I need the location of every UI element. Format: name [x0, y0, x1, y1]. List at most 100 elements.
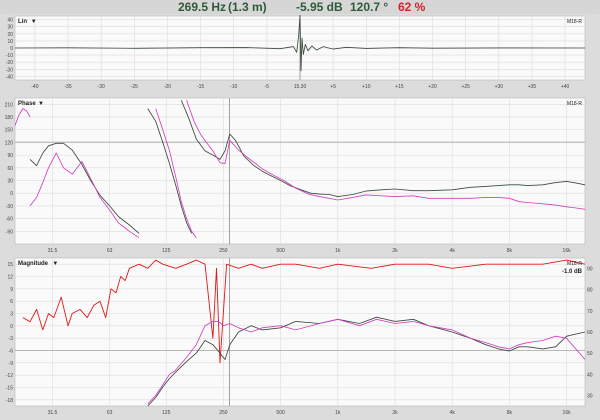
y-tick-label: 180: [5, 115, 14, 121]
y2-tick-label: 50: [587, 351, 593, 357]
x-tick-label: +5: [330, 84, 336, 90]
x-tick-label: -40: [31, 84, 38, 90]
plot-area: [14, 97, 586, 245]
magnitude-chart[interactable]: 15129630-3-6-9-12-15-1831.5 63 125 250 500 1k…: [0, 256, 600, 420]
x-tick-label: 125: [162, 410, 171, 416]
phase-readout: 120.7 °: [350, 0, 389, 14]
y2-tick-label: 80: [587, 288, 593, 294]
y-tick-label: -15: [6, 386, 13, 392]
y-tick-label: 90: [7, 153, 13, 159]
level-offset-readout: -1.0 dB: [562, 269, 583, 275]
x-tick-label: 250: [219, 410, 228, 416]
y-tick-label: 12: [7, 275, 13, 281]
x-tick-label: 1k: [335, 410, 341, 416]
panel-title: Lin: [18, 19, 27, 25]
plot-area: [14, 257, 586, 407]
channel-label: M18-R: [567, 19, 582, 25]
frequency-readout: 269.5 Hz: [178, 0, 227, 14]
x-tick-label: 31.5: [48, 248, 58, 254]
x-tick-label: +25: [461, 84, 470, 90]
x-tick-label: 8k: [507, 248, 513, 254]
y-tick-label: 150: [5, 128, 14, 134]
y-tick-label: -40: [6, 74, 13, 80]
dropdown-arrow-icon: ▼: [52, 261, 58, 267]
x-tick-label: +10: [362, 84, 371, 90]
x-tick-label: -35: [64, 84, 71, 90]
y-tick-label: 0: [10, 324, 13, 330]
y2-tick-label: 90: [587, 267, 593, 273]
x-tick-label: 2k: [392, 248, 398, 254]
y-tick-label: 3: [10, 312, 13, 318]
x-tick-label: 63: [107, 410, 113, 416]
x-tick-label: 4k: [450, 248, 456, 254]
y2-tick-label: 30: [587, 393, 593, 399]
y2-tick-label: 40: [587, 372, 593, 378]
y-tick-label: 0: [10, 191, 13, 197]
x-tick-label: 125: [162, 248, 171, 254]
magnitude-panel[interactable]: 15 12 9 6 3 0 -3 -6 -9 -12 -15 -18 31.5 63 125 250 500 1k…: [0, 256, 600, 420]
x-tick-label: -5: [265, 84, 270, 90]
x-tick-label: -15: [197, 84, 204, 90]
measurement-header: 269.5 Hz (1.3 m) -5.95 dB 120.7 ° 62 %: [0, 0, 600, 14]
y-tick-label: -18: [6, 398, 13, 404]
y-tick-label: -30: [6, 204, 13, 210]
y-tick-label: 9: [10, 287, 13, 293]
y-tick-label: -90: [6, 229, 13, 235]
x-tick-label: +30: [495, 84, 504, 90]
level-readout: -5.95 dB: [296, 0, 343, 14]
y-tick-label: -20: [6, 60, 13, 66]
lin-panel[interactable]: 40 30 20 10 0 -10 -20 -30 -40 -40 -35 -30 -25 -20 -15-…: [0, 14, 600, 94]
x-tick-label: -25: [131, 84, 138, 90]
x-tick-label: 500: [276, 410, 285, 416]
y-tick-label: -6: [9, 349, 14, 355]
x-tick-label: 16k: [563, 248, 572, 254]
y-tick-label: 6: [10, 299, 13, 305]
distance-readout: (1.3 m): [228, 0, 267, 14]
dropdown-arrow-icon: ▼: [38, 101, 44, 107]
y-tick-label: 20: [7, 32, 13, 38]
x-tick-label: -30: [98, 84, 105, 90]
y-tick-label: -60: [6, 217, 13, 223]
y-tick-label: -12: [6, 373, 13, 379]
x-tick-label: 31.5: [48, 410, 58, 416]
y2-tick-label: 70: [587, 309, 593, 315]
y-tick-label: 60: [7, 166, 13, 172]
channel-label: M18-R: [567, 261, 582, 267]
y-tick-label: 120: [5, 140, 14, 146]
x-tick-label: +20: [428, 84, 437, 90]
panel-title: Phase: [18, 101, 36, 107]
y-tick-label: 30: [7, 25, 13, 31]
y-tick-label: -9: [9, 361, 14, 367]
y2-tick-label: 60: [587, 330, 593, 336]
x-tick-label: 15.30: [294, 84, 307, 90]
y-tick-label: 10: [7, 39, 13, 45]
percent-readout: 62 %: [398, 0, 426, 14]
x-tick-label: 1k: [335, 248, 341, 254]
x-tick-label: 63: [107, 248, 113, 254]
y-tick-label: -10: [6, 53, 13, 59]
lin-chart[interactable]: 403020100-10-20-30-40-40 -35 -30 -25 -20 -15-…: [0, 14, 600, 94]
x-tick-label: 500: [276, 248, 285, 254]
x-tick-label: 16k: [563, 410, 572, 416]
x-tick-label: 8k: [507, 410, 513, 416]
y-tick-label: -30: [6, 67, 13, 73]
y-tick-label: -3: [9, 336, 14, 342]
panel-title: Magnitude: [18, 261, 49, 267]
y-tick-label: 210: [5, 102, 14, 108]
phase-chart[interactable]: 210 180 150 120 90 60 30 0 -30 -60 -90 31.5 63 125 250…: [0, 96, 600, 256]
channel-label: M18-R: [567, 101, 582, 107]
phase-panel[interactable]: 210 180 150 120 90 60 30 0 -30 -60 -90 31.5 63 125 250…: [0, 96, 600, 256]
x-tick-label: 2k: [392, 410, 398, 416]
dropdown-arrow-icon: ▼: [31, 19, 37, 25]
y-tick-label: 15: [7, 262, 13, 268]
x-tick-label: +40: [561, 84, 570, 90]
y-tick-label: 40: [7, 18, 13, 24]
y-tick-label: 0: [10, 46, 13, 52]
x-tick-label: +35: [528, 84, 537, 90]
x-tick-label: -10: [230, 84, 237, 90]
x-tick-label: 250: [219, 248, 228, 254]
y-tick-label: 30: [7, 179, 13, 185]
x-tick-label: 4k: [450, 410, 456, 416]
x-tick-label: +15: [395, 84, 404, 90]
x-tick-label: -20: [164, 84, 171, 90]
